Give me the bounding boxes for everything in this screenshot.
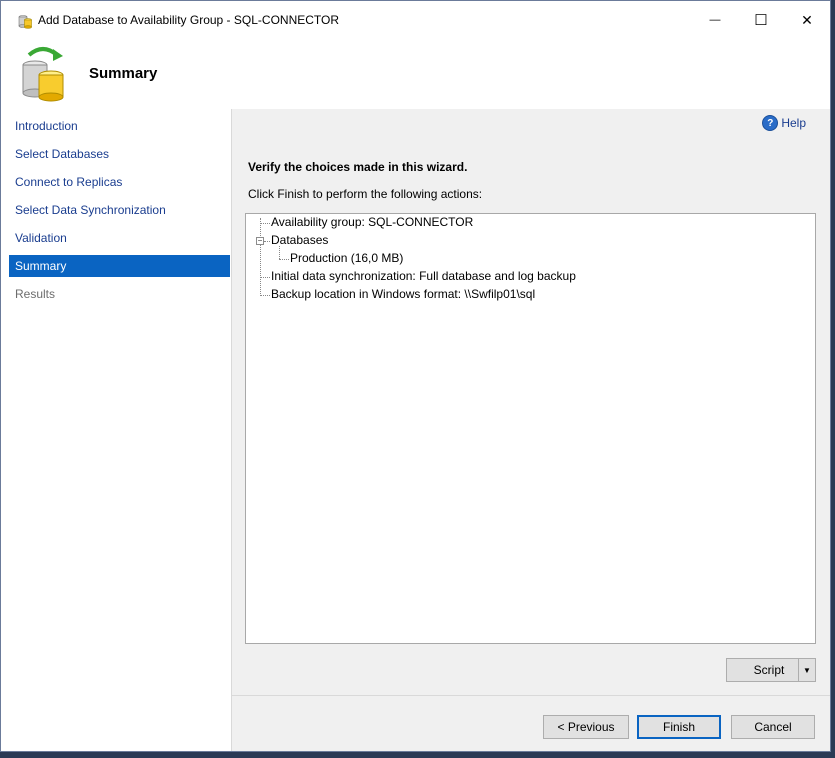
close-icon: ✕ [801, 11, 813, 28]
tree-connector [260, 295, 270, 296]
tree-connector [260, 223, 270, 224]
page-header: Summary [1, 39, 830, 109]
maximize-icon: ☐ [754, 12, 768, 29]
chevron-down-icon[interactable]: ▼ [798, 659, 815, 681]
tree-connector [279, 259, 289, 260]
instruction-text: Click Finish to perform the following ac… [248, 187, 483, 201]
nav-item-results: Results [15, 287, 56, 301]
finish-button[interactable]: Finish [637, 715, 721, 739]
wizard-nav: Introduction Select Databases Connect to… [1, 109, 232, 751]
database-sync-icon [22, 47, 64, 102]
summary-tree[interactable]: Availability group: SQL-CONNECTOR − Data… [245, 213, 816, 644]
nav-item-introduction[interactable]: Introduction [9, 115, 230, 137]
content-panel: ? Help Verify the choices made in this w… [232, 109, 830, 751]
tree-connector [260, 277, 270, 278]
tree-connector-root [260, 218, 261, 294]
nav-item-summary[interactable]: Summary [9, 255, 230, 277]
maximize-button[interactable]: ☐ [738, 1, 784, 39]
cancel-button[interactable]: Cancel [731, 715, 815, 739]
collapse-icon[interactable]: − [256, 237, 264, 245]
nav-item-connect-to-replicas[interactable]: Connect to Replicas [9, 171, 230, 193]
script-button[interactable]: Script ▼ [726, 658, 816, 682]
footer-divider [232, 695, 830, 696]
tree-item-databases[interactable]: Databases [271, 233, 328, 247]
window-title: Add Database to Availability Group - SQL… [38, 13, 340, 27]
tree-item-availability-group[interactable]: Availability group: SQL-CONNECTOR [271, 215, 473, 229]
close-button[interactable]: ✕ [784, 1, 830, 39]
script-label: Script [753, 663, 785, 677]
nav-item-select-data-synchronization[interactable]: Select Data Synchronization [9, 199, 230, 221]
minimize-icon: — [709, 14, 721, 26]
database-app-icon [18, 15, 32, 29]
tree-item-sync[interactable]: Initial data synchronization: Full datab… [271, 269, 576, 283]
tree-item-backup-location[interactable]: Backup location in Windows format: \\Swf… [271, 287, 535, 301]
verify-heading: Verify the choices made in this wizard. [248, 160, 468, 174]
tree-connector [279, 246, 280, 259]
tree-item-database-production[interactable]: Production (16,0 MB) [290, 251, 403, 265]
previous-button[interactable]: < Previous [543, 715, 629, 739]
tree-connector [264, 241, 270, 242]
nav-item-validation[interactable]: Validation [9, 227, 230, 249]
help-icon: ? [763, 116, 778, 130]
help-link[interactable]: ? Help [763, 116, 806, 130]
nav-item-select-databases[interactable]: Select Databases [9, 143, 230, 165]
help-label: Help [781, 116, 806, 130]
title-bar: Add Database to Availability Group - SQL… [1, 1, 830, 39]
wizard-window: Add Database to Availability Group - SQL… [0, 0, 831, 752]
page-title: Summary [89, 65, 158, 82]
minimize-button[interactable]: — [692, 1, 738, 39]
